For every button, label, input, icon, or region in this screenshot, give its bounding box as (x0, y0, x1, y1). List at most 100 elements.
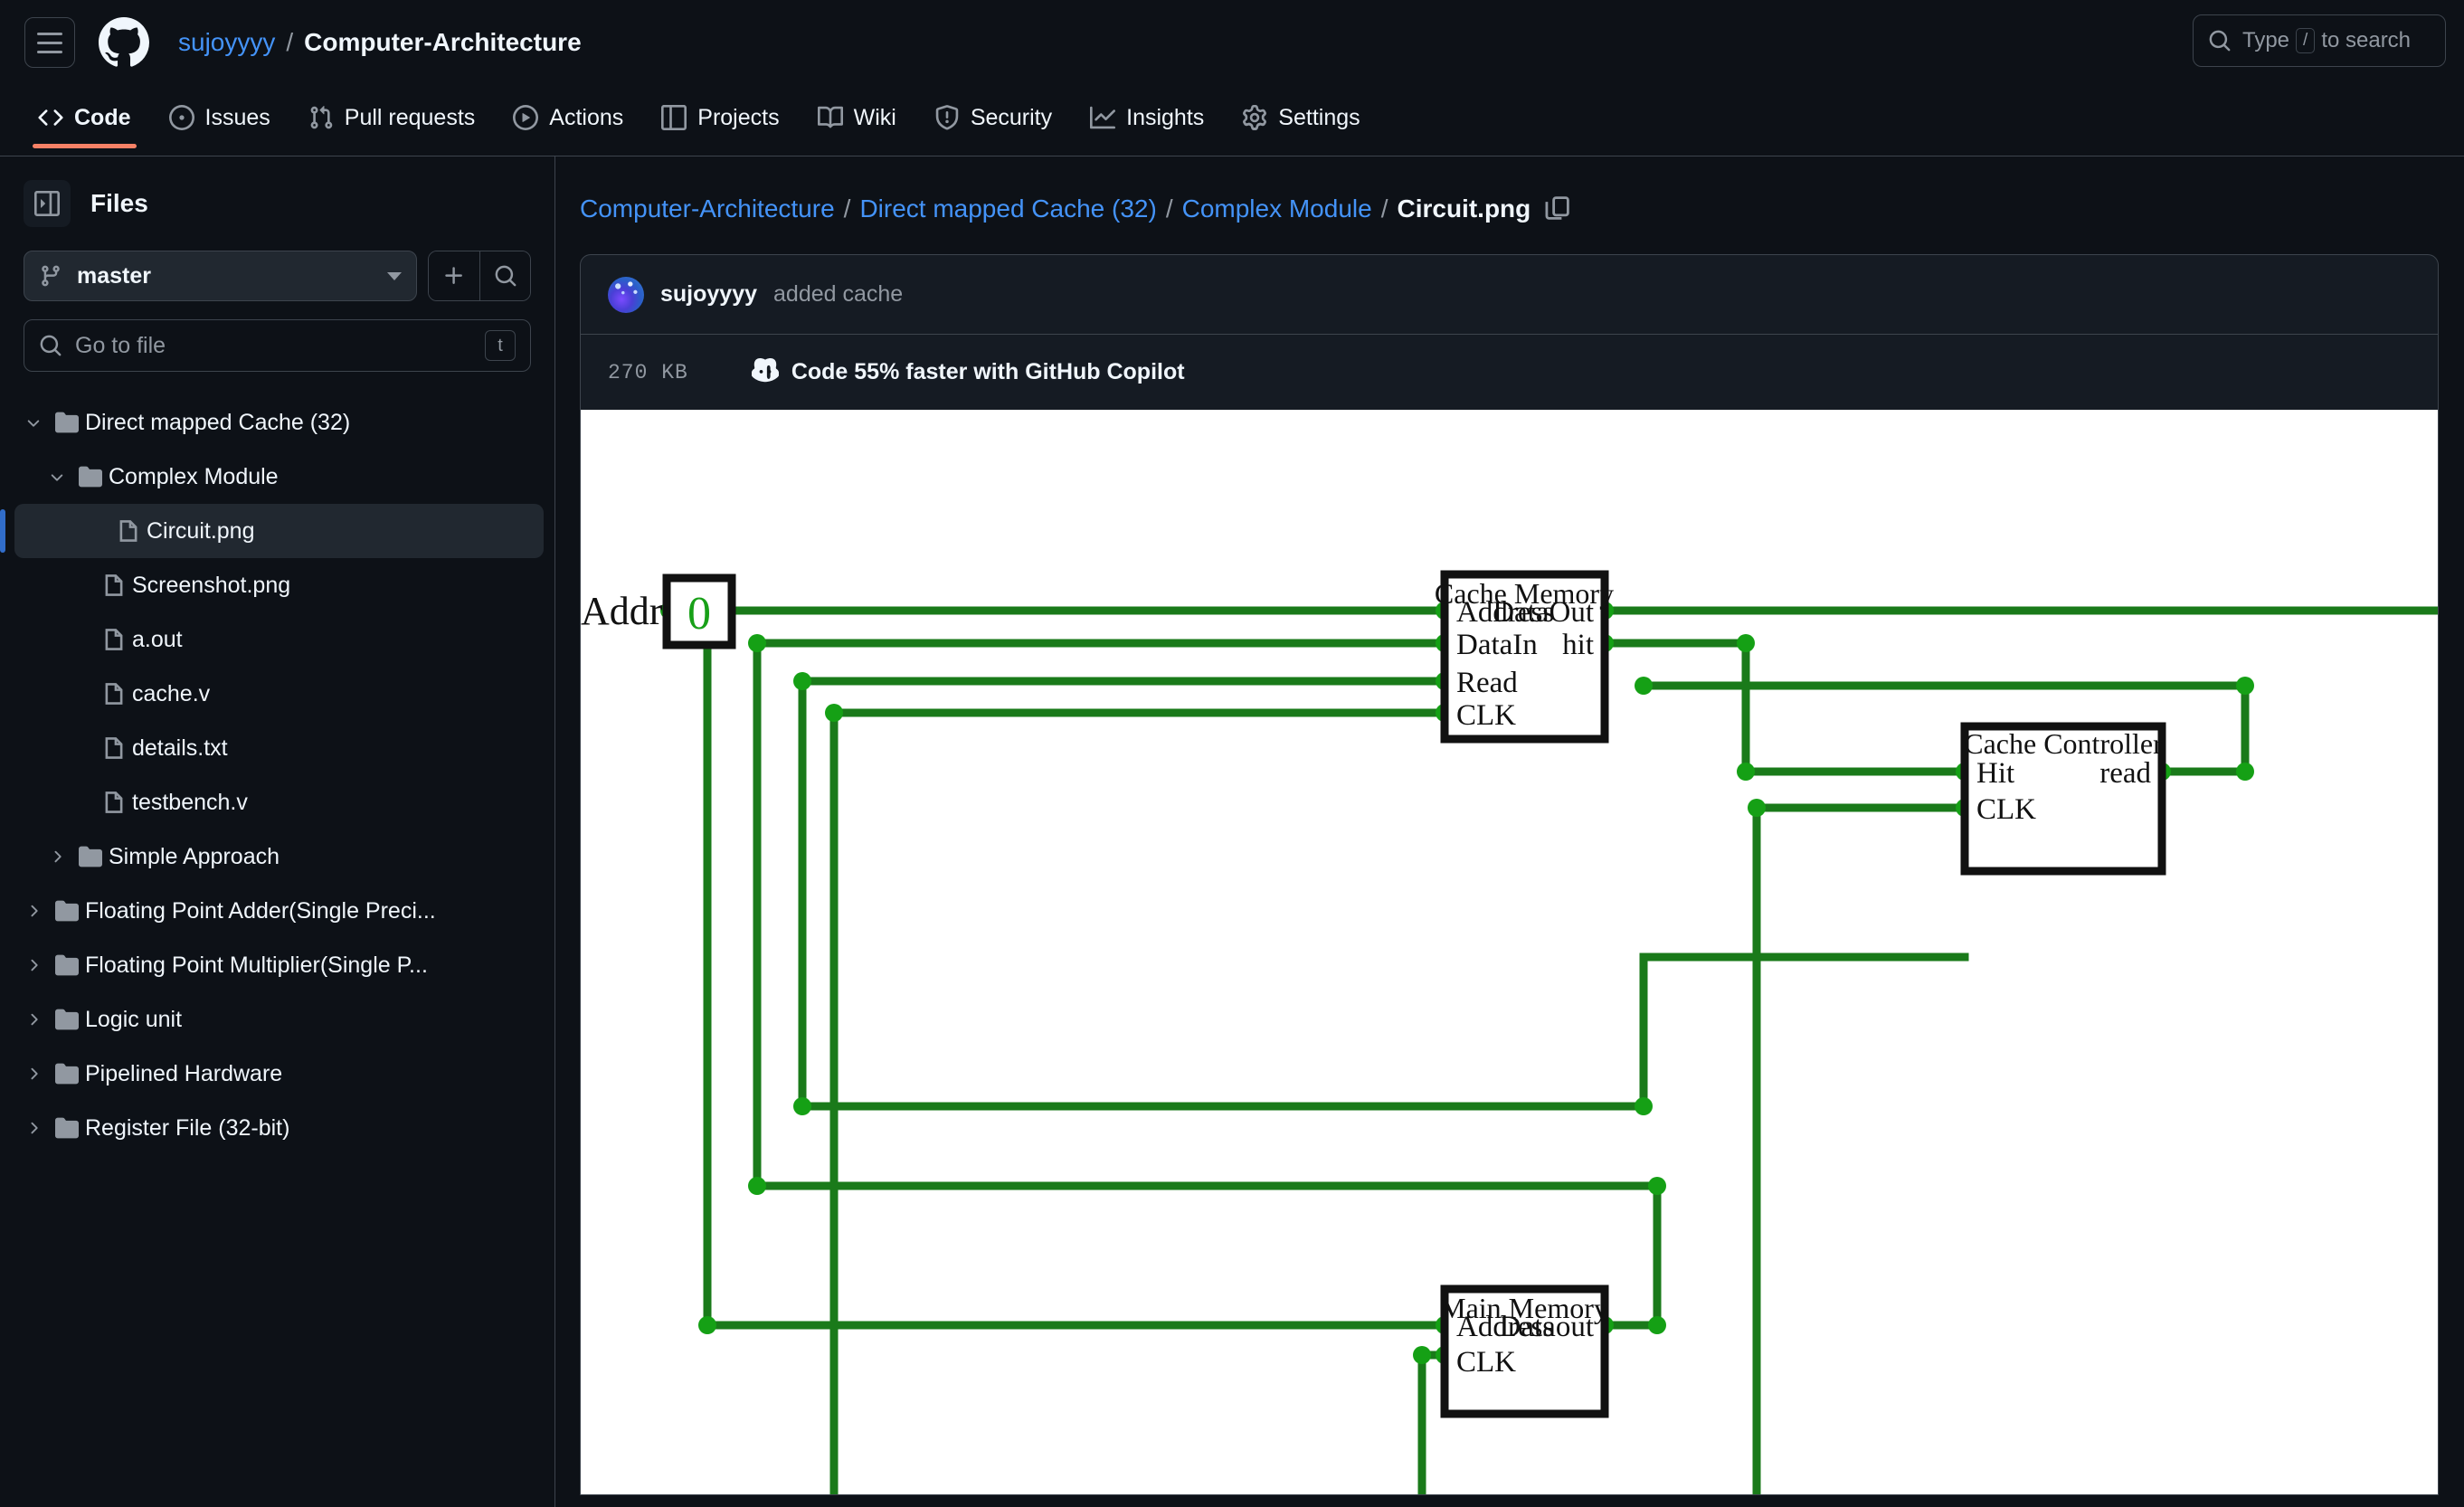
folder-icon (49, 411, 85, 434)
tree-item-simple-approach[interactable]: Simple Approach (0, 829, 554, 884)
tree-item-label: Logic unit (85, 1006, 183, 1032)
file-icon (96, 573, 132, 597)
tab-label: Actions (549, 104, 624, 130)
shortcut-key-t: t (485, 330, 516, 361)
folder-icon (72, 465, 109, 488)
repo-name-link[interactable]: Computer-Architecture (304, 28, 581, 57)
tree-item-label: Direct mapped Cache (32) (85, 409, 351, 435)
chevron-down-icon[interactable] (18, 413, 49, 431)
sidebar-collapse-icon[interactable] (24, 180, 71, 227)
tab-projects[interactable]: Projects (645, 85, 795, 141)
github-logo-icon[interactable] (99, 17, 149, 68)
tree-item-details-txt[interactable]: details.txt (0, 721, 554, 775)
breadcrumb-folder-link-1[interactable]: Direct mapped Cache (32) (859, 194, 1156, 223)
breadcrumb-repo-link[interactable]: Computer-Architecture (580, 194, 835, 223)
tab-security[interactable]: Security (918, 85, 1068, 141)
hamburger-bar (37, 32, 62, 35)
tree-item-floating-point-adder-single-preci[interactable]: Floating Point Adder(Single Preci... (0, 884, 554, 938)
tree-item-cache-v[interactable]: cache.v (0, 667, 554, 721)
port-label: read (2099, 757, 2151, 790)
avatar[interactable] (608, 276, 644, 313)
tree-item-label: Screenshot.png (132, 572, 291, 598)
breadcrumb-folder-link-2[interactable]: Complex Module (1182, 194, 1372, 223)
tab-pull-requests[interactable]: Pull requests (292, 85, 492, 141)
tab-code[interactable]: Code (22, 85, 147, 148)
port-label: Hit (1976, 757, 2014, 790)
chevron-right-icon[interactable] (18, 956, 49, 974)
tree-item-label: Circuit.png (147, 517, 255, 544)
tree-item-label: details.txt (132, 735, 228, 761)
folder-icon (49, 1062, 85, 1085)
copy-path-icon[interactable] (1545, 195, 1572, 223)
repo-owner-link[interactable]: sujoyyyy (178, 28, 275, 57)
sidebar-actions (428, 251, 531, 301)
address-input-value: 0 (687, 588, 711, 640)
circuit-diagram: Address 0 Cache Memory Address DataOut D… (581, 570, 2438, 1494)
file-size: 270 KB (608, 360, 688, 384)
port-label: hit (1562, 629, 1594, 661)
port-label: DataOut (1493, 596, 1594, 629)
file-meta-bar: 270 KB Code 55% faster with GitHub Copil… (580, 334, 2439, 410)
tab-label: Settings (1278, 104, 1360, 130)
block-main-memory: Main Memory Address Dataout CLK (1440, 1284, 1609, 1418)
block-cache-memory: Cache Memory Address DataOut DataIn hit … (1435, 570, 1614, 744)
tree-item-testbench-v[interactable]: testbench.v (0, 775, 554, 829)
tab-label: Insights (1126, 104, 1205, 130)
chevron-right-icon[interactable] (18, 902, 49, 920)
tab-issues[interactable]: Issues (153, 85, 287, 141)
table-icon (661, 105, 687, 130)
tree-item-a-out[interactable]: a.out (0, 612, 554, 667)
chevron-down-icon[interactable] (42, 468, 72, 486)
copilot-cta[interactable]: Code 55% faster with GitHub Copilot (751, 356, 1185, 388)
plus-icon[interactable] (429, 251, 479, 300)
tree-item-logic-unit[interactable]: Logic unit (0, 992, 554, 1047)
port-label: CLK (1456, 1346, 1516, 1379)
chevron-right-icon[interactable] (42, 848, 72, 866)
search-placeholder: Type / to search (2242, 28, 2411, 53)
tree-item-label: Floating Point Adder(Single Preci... (85, 897, 436, 924)
graph-icon (1090, 105, 1116, 130)
branch-selector[interactable]: master (24, 251, 417, 301)
tab-label: Security (970, 104, 1053, 130)
search-icon (2208, 29, 2232, 52)
breadcrumb-separator: / (1165, 194, 1173, 223)
commit-message[interactable]: added cache (773, 281, 903, 308)
file-icon (110, 519, 147, 543)
play-icon (513, 105, 539, 130)
tree-item-pipelined-hardware[interactable]: Pipelined Hardware (0, 1047, 554, 1101)
folder-icon (72, 845, 109, 868)
chevron-right-icon[interactable] (18, 1065, 49, 1083)
tree-item-register-file-32-bit[interactable]: Register File (32-bit) (0, 1101, 554, 1155)
tab-actions[interactable]: Actions (497, 85, 640, 141)
image-preview: Address 0 Cache Memory Address DataOut D… (580, 410, 2439, 1495)
tree-item-complex-module[interactable]: Complex Module (0, 450, 554, 504)
go-to-file-input[interactable]: Go to file t (24, 319, 531, 372)
tab-wiki[interactable]: Wiki (801, 85, 913, 141)
commit-author[interactable]: sujoyyyy (660, 281, 757, 308)
tab-label: Pull requests (344, 104, 476, 130)
file-icon (96, 682, 132, 706)
hamburger-bar (37, 41, 62, 44)
repo-separator: / (286, 28, 294, 56)
chevron-right-icon[interactable] (18, 1119, 49, 1137)
tab-settings[interactable]: Settings (1226, 85, 1376, 141)
tab-insights[interactable]: Insights (1074, 85, 1220, 141)
tree-item-direct-mapped-cache-32[interactable]: Direct mapped Cache (32) (0, 395, 554, 450)
tree-item-label: Complex Module (109, 463, 279, 489)
sidebar-header: Files (0, 156, 554, 227)
port-label: CLK (1976, 793, 2036, 826)
port-label: Dataout (1500, 1311, 1594, 1343)
tree-item-floating-point-multiplier-single-p[interactable]: Floating Point Multiplier(Single P... (0, 938, 554, 992)
tab-label: Issues (204, 104, 270, 130)
hamburger-icon[interactable] (24, 17, 75, 68)
hamburger-bar (37, 50, 62, 53)
tree-item-circuit-png[interactable]: Circuit.png (0, 504, 544, 558)
chevron-right-icon[interactable] (18, 1010, 49, 1028)
tree-item-label: Floating Point Multiplier(Single P... (85, 952, 428, 978)
go-to-file-placeholder: Go to file (75, 332, 166, 358)
tree-item-label: Simple Approach (109, 843, 280, 869)
tree-item-screenshot-png[interactable]: Screenshot.png (0, 558, 554, 612)
issue-opened-icon (168, 105, 194, 130)
search-icon[interactable] (479, 251, 530, 300)
search-input[interactable]: Type / to search (2193, 14, 2446, 67)
